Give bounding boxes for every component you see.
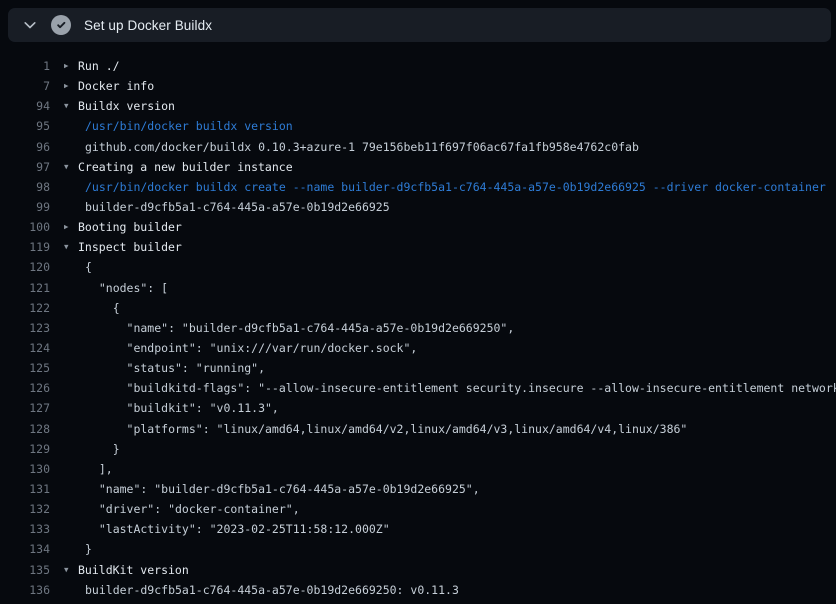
- command-text: /usr/bin/docker buildx version: [50, 116, 293, 136]
- output-text: "lastActivity": "2023-02-25T11:58:12.000…: [50, 519, 390, 539]
- line-number[interactable]: 97: [0, 157, 50, 177]
- line-number[interactable]: 120: [0, 257, 50, 277]
- group-title[interactable]: BuildKit version: [78, 560, 189, 580]
- output-text: builder-d9cfb5a1-c764-445a-a57e-0b19d2e6…: [50, 197, 390, 217]
- line-number[interactable]: 99: [0, 197, 50, 217]
- group-collapsed-arrow-icon[interactable]: ▶: [64, 217, 78, 237]
- line-number[interactable]: 127: [0, 398, 50, 418]
- line-number[interactable]: 129: [0, 439, 50, 459]
- group-title[interactable]: Booting builder: [78, 217, 182, 237]
- line-number[interactable]: 124: [0, 338, 50, 358]
- log-line-124: 124 "endpoint": "unix:///var/run/docker.…: [0, 338, 836, 358]
- line-number[interactable]: 128: [0, 419, 50, 439]
- output-text: }: [50, 439, 120, 459]
- output-text: {: [50, 257, 92, 277]
- log-line-122: 122 {: [0, 298, 836, 318]
- output-text: github.com/docker/buildx 0.10.3+azure-1 …: [50, 137, 639, 157]
- output-text: "endpoint": "unix:///var/run/docker.sock…: [50, 338, 417, 358]
- log-line-131: 131 "name": "builder-d9cfb5a1-c764-445a-…: [0, 479, 836, 499]
- line-number[interactable]: 125: [0, 358, 50, 378]
- log-line-132: 132 "driver": "docker-container",: [0, 499, 836, 519]
- group-title[interactable]: Inspect builder: [78, 237, 182, 257]
- check-circle-icon: [51, 15, 71, 35]
- line-number[interactable]: 123: [0, 318, 50, 338]
- log-line-97: 97 ▼Creating a new builder instance: [0, 157, 836, 177]
- log-line-127: 127 "buildkit": "v0.11.3",: [0, 398, 836, 418]
- log-line-126: 126 "buildkitd-flags": "--allow-insecure…: [0, 378, 836, 398]
- line-number[interactable]: 136: [0, 580, 50, 600]
- group-collapsed-arrow-icon[interactable]: ▶: [64, 76, 78, 96]
- group-title[interactable]: Docker info: [78, 76, 154, 96]
- log-line-129: 129 }: [0, 439, 836, 459]
- output-text: {: [50, 298, 120, 318]
- log-output: 1▶Run ./7▶Docker info94▼Buildx version95…: [0, 56, 836, 600]
- line-number[interactable]: 100: [0, 217, 50, 237]
- log-line-134: 134}: [0, 539, 836, 559]
- output-text: "platforms": "linux/amd64,linux/amd64/v2…: [50, 419, 687, 439]
- line-number[interactable]: 94: [0, 96, 50, 116]
- group-title[interactable]: Creating a new builder instance: [78, 157, 293, 177]
- line-number[interactable]: 1: [0, 56, 50, 76]
- line-number[interactable]: 126: [0, 378, 50, 398]
- log-line-94: 94 ▼Buildx version: [0, 96, 836, 116]
- group-expanded-arrow-icon[interactable]: ▼: [64, 237, 78, 257]
- output-text: }: [50, 539, 92, 559]
- log-line-125: 125 "status": "running",: [0, 358, 836, 378]
- actions-log-viewer: Set up Docker Buildx 1▶Run ./7▶Docker in…: [0, 0, 836, 604]
- output-text: "buildkit": "v0.11.3",: [50, 398, 279, 418]
- output-text: "name": "builder-d9cfb5a1-c764-445a-a57e…: [50, 318, 514, 338]
- log-line-136: 136builder-d9cfb5a1-c764-445a-a57e-0b19d…: [0, 580, 836, 600]
- line-number[interactable]: 133: [0, 519, 50, 539]
- group-expanded-arrow-icon[interactable]: ▼: [64, 157, 78, 177]
- log-line-98: 98/usr/bin/docker buildx create --name b…: [0, 177, 836, 197]
- log-line-119: 119 ▼Inspect builder: [0, 237, 836, 257]
- line-number[interactable]: 132: [0, 499, 50, 519]
- log-line-133: 133 "lastActivity": "2023-02-25T11:58:12…: [0, 519, 836, 539]
- line-number[interactable]: 95: [0, 116, 50, 136]
- log-line-121: 121 "nodes": [: [0, 278, 836, 298]
- output-text: "buildkitd-flags": "--allow-insecure-ent…: [50, 378, 836, 398]
- output-text: "driver": "docker-container",: [50, 499, 300, 519]
- output-text: "name": "builder-d9cfb5a1-c764-445a-a57e…: [50, 479, 480, 499]
- line-number[interactable]: 7: [0, 76, 50, 96]
- line-number[interactable]: 96: [0, 137, 50, 157]
- line-number[interactable]: 119: [0, 237, 50, 257]
- line-number[interactable]: 135: [0, 560, 50, 580]
- log-line-100: 100 ▶Booting builder: [0, 217, 836, 237]
- log-line-95: 95/usr/bin/docker buildx version: [0, 116, 836, 136]
- group-collapsed-arrow-icon[interactable]: ▶: [64, 56, 78, 76]
- group-title[interactable]: Run ./: [78, 56, 120, 76]
- group-expanded-arrow-icon[interactable]: ▼: [64, 560, 78, 580]
- log-line-99: 99builder-d9cfb5a1-c764-445a-a57e-0b19d2…: [0, 197, 836, 217]
- line-number[interactable]: 98: [0, 177, 50, 197]
- group-expanded-arrow-icon[interactable]: ▼: [64, 96, 78, 116]
- output-text: builder-d9cfb5a1-c764-445a-a57e-0b19d2e6…: [50, 580, 459, 600]
- command-text: /usr/bin/docker buildx create --name bui…: [50, 177, 826, 197]
- log-line-1: 1 ▶Run ./: [0, 56, 836, 76]
- output-text: ],: [50, 459, 113, 479]
- line-number[interactable]: 122: [0, 298, 50, 318]
- chevron-down-icon[interactable]: [22, 17, 38, 33]
- log-line-96: 96github.com/docker/buildx 0.10.3+azure-…: [0, 137, 836, 157]
- line-number[interactable]: 130: [0, 459, 50, 479]
- group-title[interactable]: Buildx version: [78, 96, 175, 116]
- log-line-128: 128 "platforms": "linux/amd64,linux/amd6…: [0, 419, 836, 439]
- log-line-7: 7 ▶Docker info: [0, 76, 836, 96]
- log-line-130: 130 ],: [0, 459, 836, 479]
- line-number[interactable]: 131: [0, 479, 50, 499]
- log-line-120: 120{: [0, 257, 836, 277]
- output-text: "status": "running",: [50, 358, 265, 378]
- log-line-135: 135 ▼BuildKit version: [0, 560, 836, 580]
- step-header[interactable]: Set up Docker Buildx: [8, 8, 831, 42]
- output-text: "nodes": [: [50, 278, 168, 298]
- log-line-123: 123 "name": "builder-d9cfb5a1-c764-445a-…: [0, 318, 836, 338]
- line-number[interactable]: 121: [0, 278, 50, 298]
- line-number[interactable]: 134: [0, 539, 50, 559]
- step-title: Set up Docker Buildx: [84, 18, 212, 33]
